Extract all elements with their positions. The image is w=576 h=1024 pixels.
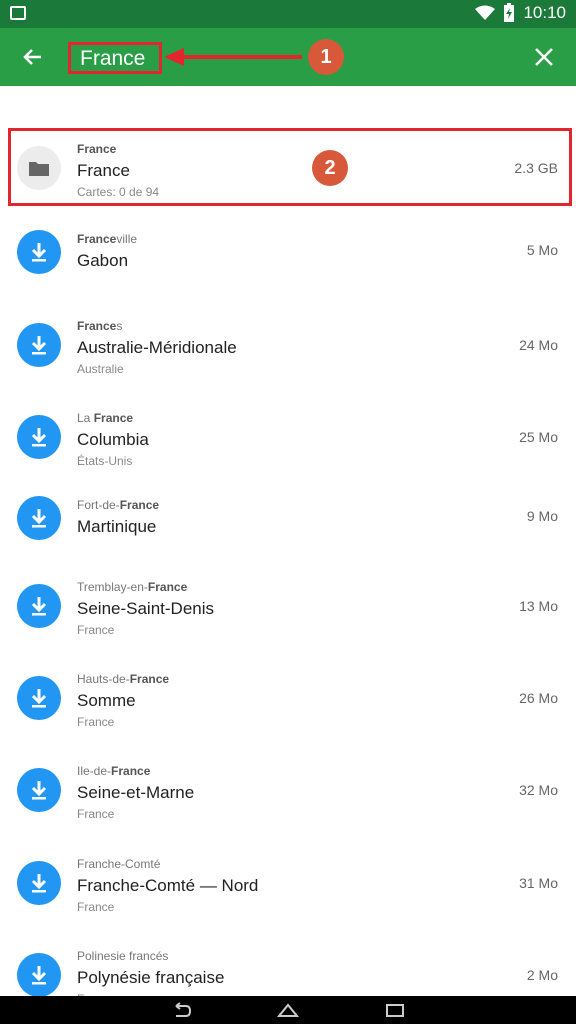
region-parent: France xyxy=(77,900,115,914)
annotation-marker-1: 1 xyxy=(308,39,344,75)
download-icon[interactable] xyxy=(17,230,61,274)
annotation-marker-2: 2 xyxy=(312,150,348,186)
region-parent: États-Unis xyxy=(77,454,133,468)
arrow-left-icon xyxy=(23,49,41,65)
download-icon[interactable] xyxy=(17,953,61,997)
close-icon xyxy=(535,48,553,66)
list-item[interactable]: Frances Australie-Méridionale Australie 24 … xyxy=(0,305,576,376)
region-name: Seine-et-Marne xyxy=(77,783,195,802)
map-size: 13 Mo xyxy=(519,598,558,614)
map-size: 5 Mo xyxy=(526,242,558,258)
list-item[interactable]: Fort-de-France Martinique 9 Mo xyxy=(0,490,576,540)
region-name: Somme xyxy=(77,691,136,710)
gallery-icon xyxy=(10,6,26,20)
region-name: Australie-Méridionale xyxy=(77,338,237,357)
region-parent: France xyxy=(77,715,115,729)
map-size: 31 Mo xyxy=(519,875,558,891)
region-name: Columbia xyxy=(77,430,149,449)
annotation-box-result xyxy=(8,128,572,206)
map-size: 32 Mo xyxy=(519,782,558,798)
region-name: Gabon xyxy=(77,251,129,270)
clear-search-button[interactable] xyxy=(526,39,562,75)
list-item[interactable]: Franche-Comté Franche-Comté — Nord France 3… xyxy=(0,843,576,914)
download-icon[interactable] xyxy=(17,584,61,628)
match-context: Frances xyxy=(77,319,123,333)
list-item[interactable]: Franceville Gabon 5 Mo xyxy=(0,224,576,274)
match-context: Ile-de-France xyxy=(77,764,151,778)
download-icon[interactable] xyxy=(17,768,61,812)
back-button[interactable] xyxy=(14,39,50,75)
match-context: Fort-de-France xyxy=(77,498,160,512)
region-parent: France xyxy=(77,807,115,821)
recents-nav-icon[interactable] xyxy=(385,1002,405,1018)
match-context: Franche-Comté xyxy=(77,857,161,871)
list-item[interactable]: Ile-de-France Seine-et-Marne France 32 Mo xyxy=(0,750,576,821)
match-context: Tremblay-en-France xyxy=(77,580,188,594)
map-size: 9 Mo xyxy=(526,508,558,524)
match-context: Polinesie francés xyxy=(77,949,169,963)
region-name: Franche-Comté — Nord xyxy=(77,876,259,895)
navigation-bar xyxy=(0,996,576,1024)
list-item[interactable]: La France Columbia États-Unis 25 Mo xyxy=(0,397,576,468)
list-item[interactable]: Polinesie francésPolynésie françaiseFran… xyxy=(0,935,576,1006)
match-context: La France xyxy=(77,411,134,425)
download-icon[interactable] xyxy=(17,323,61,367)
home-nav-icon[interactable] xyxy=(277,1002,299,1018)
region-name: Seine-Saint-Denis xyxy=(77,599,215,618)
wifi-icon xyxy=(475,5,496,20)
match-context: Hauts-de-France xyxy=(77,672,170,686)
map-size: 26 Mo xyxy=(519,690,558,706)
map-size: 2 Mo xyxy=(526,967,558,983)
region-name: Polynésie française xyxy=(77,968,225,987)
status-time: 10:10 xyxy=(523,3,566,22)
download-icon[interactable] xyxy=(17,415,61,459)
region-name: Martinique xyxy=(77,517,157,536)
download-icon[interactable] xyxy=(17,496,61,540)
map-size: 25 Mo xyxy=(519,429,558,445)
back-nav-icon[interactable] xyxy=(170,1002,192,1018)
annotation-box-search xyxy=(68,42,162,74)
list-item[interactable]: Hauts-de-France Somme France 26 Mo xyxy=(0,658,576,729)
list-item[interactable]: Tremblay-en-France Seine-Saint-Denis Franc… xyxy=(0,566,576,637)
download-icon[interactable] xyxy=(17,861,61,905)
battery-charging-icon xyxy=(504,3,515,22)
region-parent: Australie xyxy=(77,362,124,376)
match-context: Franceville xyxy=(77,232,138,246)
map-size: 24 Mo xyxy=(519,337,558,353)
region-parent: France xyxy=(77,623,115,637)
annotation-arrow xyxy=(164,48,302,66)
status-bar: 10:10 xyxy=(0,0,576,28)
download-icon[interactable] xyxy=(17,676,61,720)
